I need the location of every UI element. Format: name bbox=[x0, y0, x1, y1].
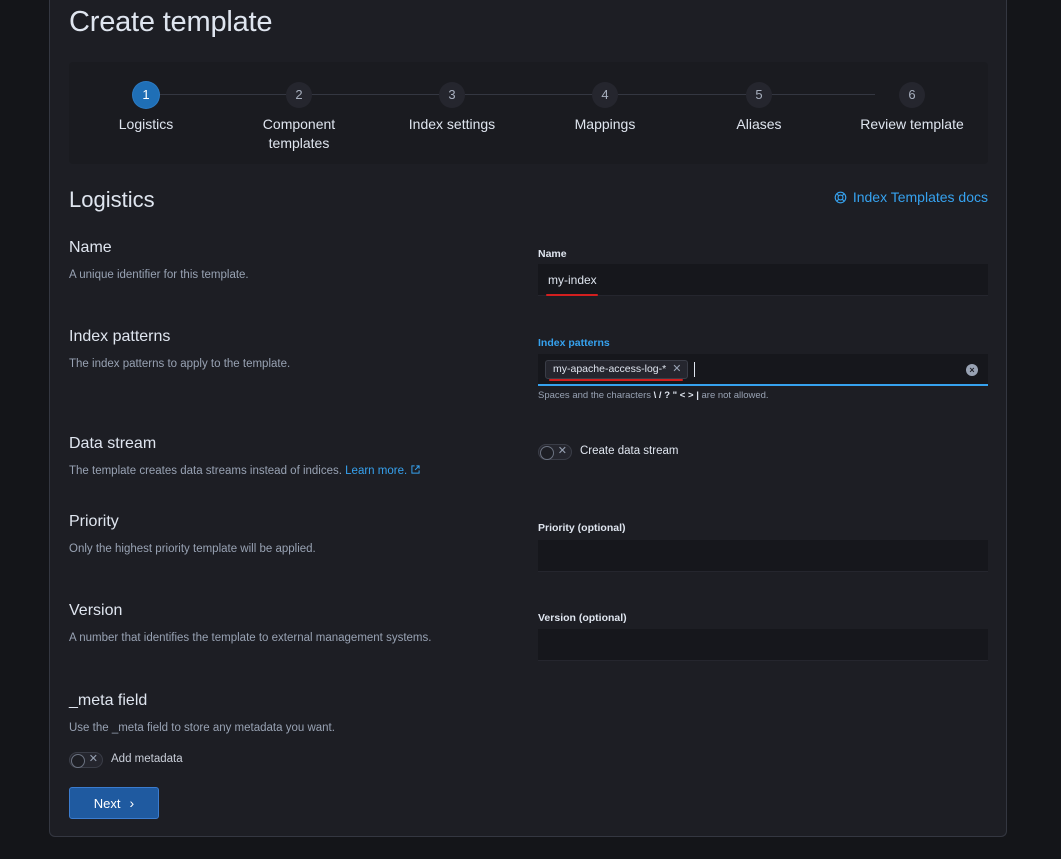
name-input[interactable] bbox=[538, 264, 988, 296]
section-title: Logistics bbox=[69, 187, 155, 212]
step-review-template[interactable]: 6 Review template bbox=[837, 82, 987, 134]
data-stream-title: Data stream bbox=[69, 435, 157, 452]
meta-field-title: _meta field bbox=[69, 692, 148, 709]
add-metadata-switch[interactable]: ✕ bbox=[69, 752, 103, 768]
next-button-label: Next bbox=[93, 795, 121, 811]
version-title: Version bbox=[69, 602, 123, 619]
priority-input[interactable] bbox=[538, 540, 988, 572]
step-component-templates[interactable]: 2 Component templates bbox=[224, 82, 374, 153]
learn-more-label: Learn more. bbox=[345, 465, 408, 477]
step-mappings[interactable]: 4 Mappings bbox=[530, 82, 680, 134]
step-number: 4 bbox=[592, 82, 618, 108]
priority-label: Priority (optional) bbox=[538, 522, 626, 534]
text-caret bbox=[694, 362, 695, 377]
step-logistics[interactable]: 1 Logistics bbox=[71, 82, 221, 134]
stepper: 1 Logistics 2 Component templates 3 Inde… bbox=[69, 62, 988, 164]
switch-off-icon: ✕ bbox=[557, 445, 567, 457]
clear-icon[interactable]: × bbox=[966, 364, 978, 376]
index-patterns-description: The index patterns to apply to the templ… bbox=[69, 358, 291, 370]
data-stream-description: The template creates data streams instea… bbox=[69, 465, 420, 477]
switch-knob bbox=[71, 754, 85, 768]
help-lifebuoy-icon bbox=[834, 191, 847, 203]
priority-description: Only the highest priority template will … bbox=[69, 543, 316, 555]
version-description: A number that identifies the template to… bbox=[69, 632, 432, 644]
version-label: Version (optional) bbox=[538, 612, 627, 624]
next-button[interactable]: Next › bbox=[69, 787, 159, 819]
docs-link-label: Index Templates docs bbox=[852, 189, 988, 205]
step-label: Aliases bbox=[736, 116, 782, 132]
step-label: Component templates bbox=[262, 116, 336, 151]
learn-more-link[interactable]: Learn more. bbox=[345, 465, 420, 477]
name-description: A unique identifier for this template. bbox=[69, 269, 249, 281]
version-input[interactable] bbox=[538, 629, 988, 661]
step-number: 2 bbox=[286, 82, 312, 108]
page-title: Create template bbox=[69, 6, 273, 38]
step-number: 5 bbox=[746, 82, 772, 108]
step-number: 3 bbox=[439, 82, 465, 108]
add-metadata-label: Add metadata bbox=[111, 753, 183, 765]
step-number: 6 bbox=[899, 82, 925, 108]
annotation-underline-name bbox=[546, 294, 598, 296]
switch-knob bbox=[540, 446, 554, 460]
meta-field-description: Use the _meta field to store any metadat… bbox=[69, 722, 335, 734]
chevron-right-icon: › bbox=[129, 795, 135, 811]
index-patterns-help: Spaces and the characters \ / ? " < > | … bbox=[538, 390, 769, 401]
help-pipe: | bbox=[696, 390, 699, 401]
help-chars: \ / ? " < > bbox=[653, 390, 694, 401]
index-patterns-title: Index patterns bbox=[69, 328, 171, 345]
step-number: 1 bbox=[133, 82, 159, 108]
step-index-settings[interactable]: 3 Index settings bbox=[377, 82, 527, 134]
name-title: Name bbox=[69, 239, 112, 256]
data-stream-description-text: The template creates data streams instea… bbox=[69, 465, 342, 477]
help-prefix: Spaces and the characters bbox=[538, 390, 652, 401]
remove-pill-icon[interactable]: ✕ bbox=[672, 360, 681, 379]
help-suffix: are not allowed. bbox=[701, 390, 769, 401]
step-aliases[interactable]: 5 Aliases bbox=[684, 82, 834, 134]
switch-off-icon: ✕ bbox=[88, 753, 98, 765]
step-label: Review template bbox=[860, 116, 964, 132]
annotation-underline-pattern bbox=[549, 379, 683, 381]
name-label: Name bbox=[538, 248, 567, 260]
index-pattern-pill: my-apache-access-log-* ✕ bbox=[545, 360, 689, 379]
step-label: Logistics bbox=[118, 116, 174, 132]
pill-label: my-apache-access-log-* bbox=[553, 363, 667, 375]
index-templates-docs-link[interactable]: Index Templates docs bbox=[834, 189, 988, 205]
external-link-icon bbox=[411, 465, 420, 474]
step-label: Mappings bbox=[574, 116, 636, 132]
create-data-stream-label: Create data stream bbox=[580, 445, 679, 457]
priority-title: Priority bbox=[69, 513, 119, 530]
create-data-stream-switch[interactable]: ✕ bbox=[538, 444, 572, 460]
index-patterns-label: Index patterns bbox=[538, 337, 610, 349]
step-label: Index settings bbox=[408, 116, 496, 132]
